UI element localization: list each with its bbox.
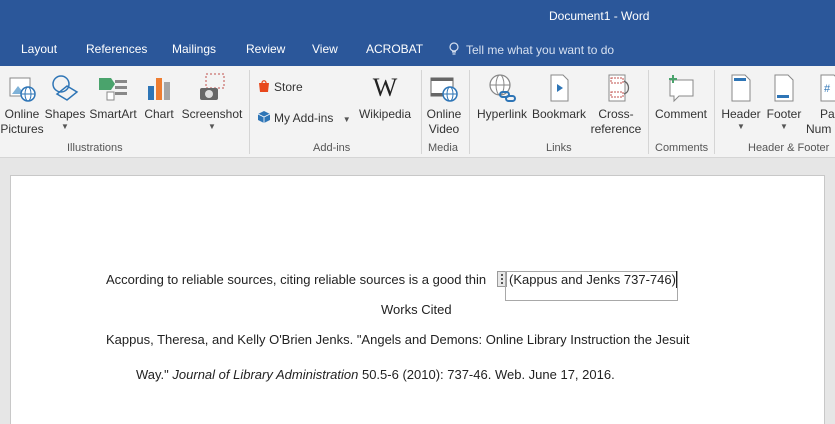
shapes-icon — [52, 75, 79, 101]
cross-reference-label-1: Cross- — [598, 107, 634, 121]
online-video-button[interactable]: Online Video — [423, 72, 465, 137]
comment-label: Comment — [654, 107, 707, 121]
links-group-label: Links — [546, 142, 572, 154]
bar-chart-icon — [148, 78, 170, 100]
reference-journal-title: Journal of Library Administration — [172, 367, 359, 382]
cross-reference-label-2: reference — [590, 122, 642, 136]
ribbon: Online Pictures Shapes ▼ SmartArt Chart — [0, 66, 835, 158]
online-pictures-label-1: Online — [4, 107, 40, 121]
screenshot-label: Screenshot — [181, 107, 243, 121]
hyperlink-icon — [489, 74, 516, 102]
screenshot-caret-icon: ▼ — [208, 122, 216, 131]
store-label: Store — [274, 80, 303, 94]
tab-review[interactable]: Review — [246, 42, 285, 56]
footer-icon — [774, 74, 794, 102]
chart-button[interactable]: Chart — [142, 72, 176, 122]
header-footer-group-label: Header & Footer — [748, 142, 830, 154]
comment-icon — [669, 75, 694, 103]
bookmark-icon — [550, 74, 569, 102]
tab-layout[interactable]: Layout — [21, 42, 57, 56]
works-cited-heading: Works Cited — [381, 302, 452, 317]
shapes-caret-icon: ▼ — [61, 122, 69, 131]
media-group-label: Media — [428, 142, 458, 154]
store-icon — [259, 80, 269, 92]
my-addins-label: My Add-ins — [274, 111, 334, 125]
cross-reference-icon — [608, 74, 630, 102]
reference-line-2-end: 50.5-6 (2010): 737-46. Web. June 17, 201… — [361, 367, 615, 382]
ribbon-separator — [249, 70, 250, 154]
footer-label: Footer — [766, 107, 802, 121]
reference-line-1: Kappus, Theresa, and Kelly O'Brien Jenks… — [106, 332, 690, 347]
ribbon-separator — [648, 70, 649, 154]
svg-text:W: W — [373, 73, 398, 102]
header-caret-icon: ▼ — [737, 122, 745, 131]
page-number-icon: # — [820, 74, 835, 102]
header-icon — [731, 74, 751, 102]
online-pictures-icon — [9, 77, 36, 102]
ribbon-separator — [421, 70, 422, 154]
shapes-button[interactable]: Shapes ▼ — [44, 72, 86, 132]
hyperlink-label: Hyperlink — [476, 107, 527, 121]
addins-group-label: Add-ins — [313, 142, 351, 154]
hyperlink-button[interactable]: Hyperlink — [473, 72, 531, 122]
wikipedia-label: Wikipedia — [358, 107, 412, 121]
illustrations-group-label: Illustrations — [67, 142, 123, 154]
document-page[interactable]: According to reliable sources, citing re… — [10, 175, 825, 424]
footer-caret-icon: ▼ — [780, 122, 788, 131]
online-pictures-label-2: Pictures — [0, 122, 44, 136]
online-video-icon — [430, 77, 458, 102]
bookmark-button[interactable]: Bookmark — [531, 72, 587, 122]
lightbulb-icon — [449, 42, 459, 55]
tab-references[interactable]: References — [86, 42, 147, 56]
tab-view[interactable]: View — [312, 42, 338, 56]
my-addins-icon — [257, 111, 271, 123]
tell-me-text: Tell me what you want to do — [466, 43, 615, 57]
tell-me-box[interactable]: Tell me what you want to do — [448, 42, 614, 57]
cross-reference-button[interactable]: Cross- reference — [589, 72, 643, 137]
comment-button[interactable]: Comment — [651, 72, 711, 122]
text-cursor — [676, 271, 677, 288]
comments-group-label: Comments — [655, 142, 709, 154]
footer-button[interactable]: Footer ▼ — [763, 72, 805, 132]
online-video-label-1: Online — [426, 107, 462, 121]
page-number-label-2: Num — [806, 122, 832, 136]
smartart-label: SmartArt — [89, 107, 137, 121]
header-button[interactable]: Header ▼ — [719, 72, 763, 132]
online-pictures-button[interactable]: Online Pictures — [0, 72, 44, 137]
wikipedia-icon: W — [373, 73, 398, 102]
reference-line-2-start: Way." — [136, 367, 169, 382]
my-addins-caret-icon[interactable]: ▼ — [343, 115, 351, 124]
tab-acrobat[interactable]: ACROBAT — [366, 42, 423, 56]
smartart-button[interactable]: SmartArt — [88, 72, 138, 122]
smartart-icon — [99, 78, 127, 101]
ribbon-tabs: Layout References Mailings Review View A… — [0, 34, 835, 66]
svg-text:#: # — [824, 83, 831, 95]
screenshot-button[interactable]: Screenshot ▼ — [180, 72, 244, 132]
chart-label: Chart — [144, 107, 174, 121]
bookmark-label: Bookmark — [531, 107, 587, 121]
page-number-button[interactable]: # Pag Num — [806, 72, 835, 137]
tab-mailings[interactable]: Mailings — [172, 42, 216, 56]
window-title: Document1 - Word — [549, 9, 650, 23]
my-addins-button[interactable]: My Add-ins ▼ — [257, 110, 351, 125]
title-bar: Document1 - Word — [0, 0, 835, 34]
store-button[interactable]: Store — [257, 79, 303, 94]
header-label: Header — [721, 107, 761, 121]
ribbon-separator — [714, 70, 715, 154]
citation-text: (Kappus and Jenks 737-746) — [509, 272, 676, 287]
page-number-label-1: Pag — [820, 107, 835, 121]
document-area: According to reliable sources, citing re… — [0, 158, 835, 424]
screenshot-icon — [200, 73, 225, 100]
wikipedia-button[interactable]: W Wikipedia — [356, 72, 414, 122]
shapes-label: Shapes — [44, 107, 86, 121]
body-sentence: According to reliable sources, citing re… — [106, 272, 487, 287]
ribbon-separator — [469, 70, 470, 154]
online-video-label-2: Video — [428, 122, 460, 136]
reference-line-2: Way." Journal of Library Administration … — [136, 367, 615, 382]
